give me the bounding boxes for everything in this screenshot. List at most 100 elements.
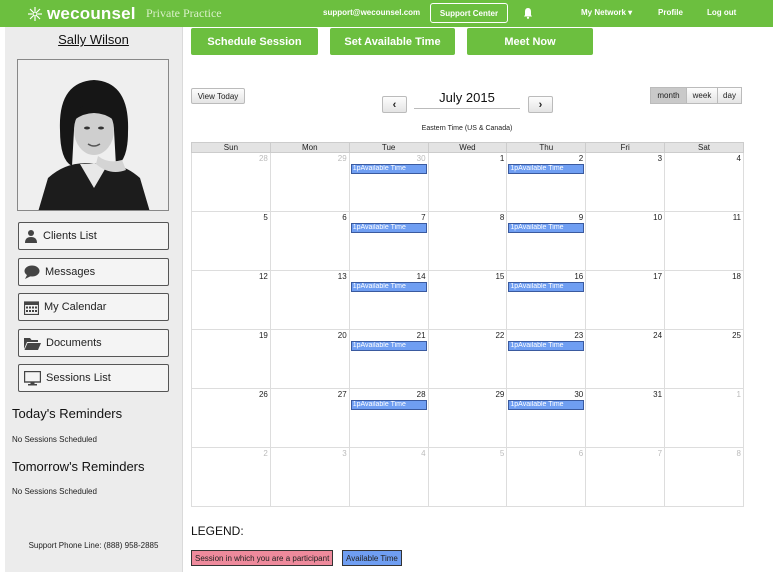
weekday-header: Thu: [506, 142, 587, 153]
meet-now-button[interactable]: Meet Now: [467, 28, 593, 55]
available-time-event[interactable]: 1pAvailable Time: [508, 341, 585, 351]
available-time-event[interactable]: 1pAvailable Time: [508, 223, 585, 233]
messages-button[interactable]: Messages: [18, 258, 169, 286]
next-month-button[interactable]: ›: [528, 96, 553, 113]
calendar-day-cell[interactable]: 3: [585, 152, 666, 212]
calendar-icon: [24, 300, 39, 315]
week-view-button[interactable]: week: [686, 87, 718, 104]
support-center-button[interactable]: Support Center: [430, 3, 508, 23]
available-time-event[interactable]: 1pAvailable Time: [350, 164, 427, 174]
available-time-event[interactable]: 1pAvailable Time: [350, 400, 427, 410]
day-number: 29: [337, 154, 347, 163]
schedule-session-button[interactable]: Schedule Session: [191, 28, 318, 55]
day-number: 6: [578, 449, 584, 458]
calendar-day-cell[interactable]: 1: [664, 388, 744, 448]
calendar-day-cell[interactable]: 11: [664, 211, 744, 271]
profile-photo-image: [18, 60, 168, 210]
available-time-event[interactable]: 1pAvailable Time: [508, 282, 585, 292]
calendar-day-cell[interactable]: 5: [191, 211, 271, 271]
calendar-day-cell[interactable]: 14 1pAvailable Time: [348, 270, 429, 330]
calendar-day-cell[interactable]: 16 1pAvailable Time: [506, 270, 587, 330]
my-network-menu[interactable]: My Network ▾: [581, 8, 632, 17]
calendar-day-cell[interactable]: 19: [191, 329, 271, 389]
calendar-day-cell[interactable]: 28 1pAvailable Time: [348, 388, 429, 448]
day-number: 11: [732, 213, 741, 222]
my-calendar-button[interactable]: My Calendar: [18, 293, 169, 321]
view-switcher: month week day: [650, 87, 742, 104]
weekday-header: Tue: [348, 142, 429, 153]
calendar-day-cell[interactable]: 27: [269, 388, 350, 448]
calendar-day-cell[interactable]: 24: [585, 329, 666, 389]
day-view-button[interactable]: day: [717, 87, 742, 104]
day-number: 8: [499, 213, 505, 222]
day-number: 4: [421, 449, 426, 458]
calendar-day-cell[interactable]: 17: [585, 270, 666, 330]
calendar-day-cell[interactable]: 1: [427, 152, 508, 212]
calendar-week-row: 28 29 30 1pAvailable Time 1 2 1pAvailable Time…: [191, 152, 744, 212]
day-number: 15: [495, 272, 505, 281]
day-number: 8: [736, 449, 741, 458]
bell-icon[interactable]: [523, 7, 533, 19]
calendar-day-cell[interactable]: 23 1pAvailable Time: [506, 329, 587, 389]
calendar-day-cell[interactable]: 5: [427, 447, 508, 507]
calendar-day-cell[interactable]: 15: [427, 270, 508, 330]
calendar-day-cell[interactable]: 30 1pAvailable Time: [506, 388, 587, 448]
calendar-day-cell[interactable]: 4: [664, 152, 744, 212]
clients-list-button[interactable]: Clients List: [18, 222, 169, 250]
calendar-day-cell[interactable]: 31: [585, 388, 666, 448]
day-number: 2: [578, 154, 584, 163]
available-time-event[interactable]: 1pAvailable Time: [350, 282, 427, 292]
calendar-day-cell[interactable]: 8: [427, 211, 508, 271]
calendar-day-cell[interactable]: 2: [191, 447, 271, 507]
user-name-link[interactable]: Sally Wilson: [5, 32, 182, 47]
support-email-link[interactable]: support@wecounsel.com: [323, 8, 420, 17]
day-number: 14: [416, 272, 426, 281]
calendar-day-cell[interactable]: 18: [664, 270, 744, 330]
messages-label: Messages: [45, 266, 96, 278]
logout-link[interactable]: Log out: [707, 8, 736, 17]
calendar-day-cell[interactable]: 6: [506, 447, 587, 507]
calendar-day-cell[interactable]: 28: [191, 152, 271, 212]
calendar-day-cell[interactable]: 29: [269, 152, 350, 212]
calendar-day-cell[interactable]: 6: [269, 211, 350, 271]
calendar-day-cell[interactable]: 25: [664, 329, 744, 389]
calendar-day-cell[interactable]: 7: [585, 447, 666, 507]
calendar-day-cell[interactable]: 12: [191, 270, 271, 330]
sessions-list-button[interactable]: Sessions List: [18, 364, 169, 392]
month-calendar-grid: Sun Mon Tue Wed Thu Fri Sat 28 29 30 1pAvailable …: [191, 142, 744, 507]
day-number: 21: [416, 331, 426, 340]
calendar-day-cell[interactable]: 20: [269, 329, 350, 389]
calendar-day-cell[interactable]: 3: [269, 447, 350, 507]
available-time-event[interactable]: 1pAvailable Time: [508, 164, 585, 174]
calendar-day-cell[interactable]: 13: [269, 270, 350, 330]
calendar-day-cell[interactable]: 4: [348, 447, 429, 507]
prev-month-button[interactable]: ‹: [382, 96, 407, 113]
available-time-event[interactable]: 1pAvailable Time: [350, 223, 427, 233]
day-number: 27: [337, 390, 347, 399]
documents-label: Documents: [46, 337, 102, 349]
calendar-day-cell[interactable]: 8: [664, 447, 744, 507]
clients-list-label: Clients List: [43, 230, 97, 242]
calendar-day-cell[interactable]: 29: [427, 388, 508, 448]
my-network-label: My Network: [581, 8, 626, 17]
calendar-day-cell[interactable]: 9 1pAvailable Time: [506, 211, 587, 271]
documents-button[interactable]: Documents: [18, 329, 169, 357]
weekday-header: Sat: [664, 142, 744, 153]
set-available-time-button[interactable]: Set Available Time: [330, 28, 455, 55]
view-today-button[interactable]: View Today: [191, 88, 245, 104]
profile-link[interactable]: Profile: [658, 8, 683, 17]
calendar-day-cell[interactable]: 30 1pAvailable Time: [348, 152, 429, 212]
available-time-event[interactable]: 1pAvailable Time: [350, 341, 427, 351]
calendar-day-cell[interactable]: 22: [427, 329, 508, 389]
available-time-event[interactable]: 1pAvailable Time: [508, 400, 585, 410]
calendar-day-cell[interactable]: 10: [585, 211, 666, 271]
month-view-button[interactable]: month: [650, 87, 687, 104]
day-number: 28: [258, 154, 268, 163]
calendar-day-cell[interactable]: 26: [191, 388, 271, 448]
calendar-day-cell[interactable]: 2 1pAvailable Time: [506, 152, 587, 212]
calendar-day-cell[interactable]: 7 1pAvailable Time: [348, 211, 429, 271]
day-number: 2: [263, 449, 268, 458]
day-number: 22: [495, 331, 505, 340]
calendar-day-cell[interactable]: 21 1pAvailable Time: [348, 329, 429, 389]
brand-logo[interactable]: wecounsel: [27, 4, 136, 24]
